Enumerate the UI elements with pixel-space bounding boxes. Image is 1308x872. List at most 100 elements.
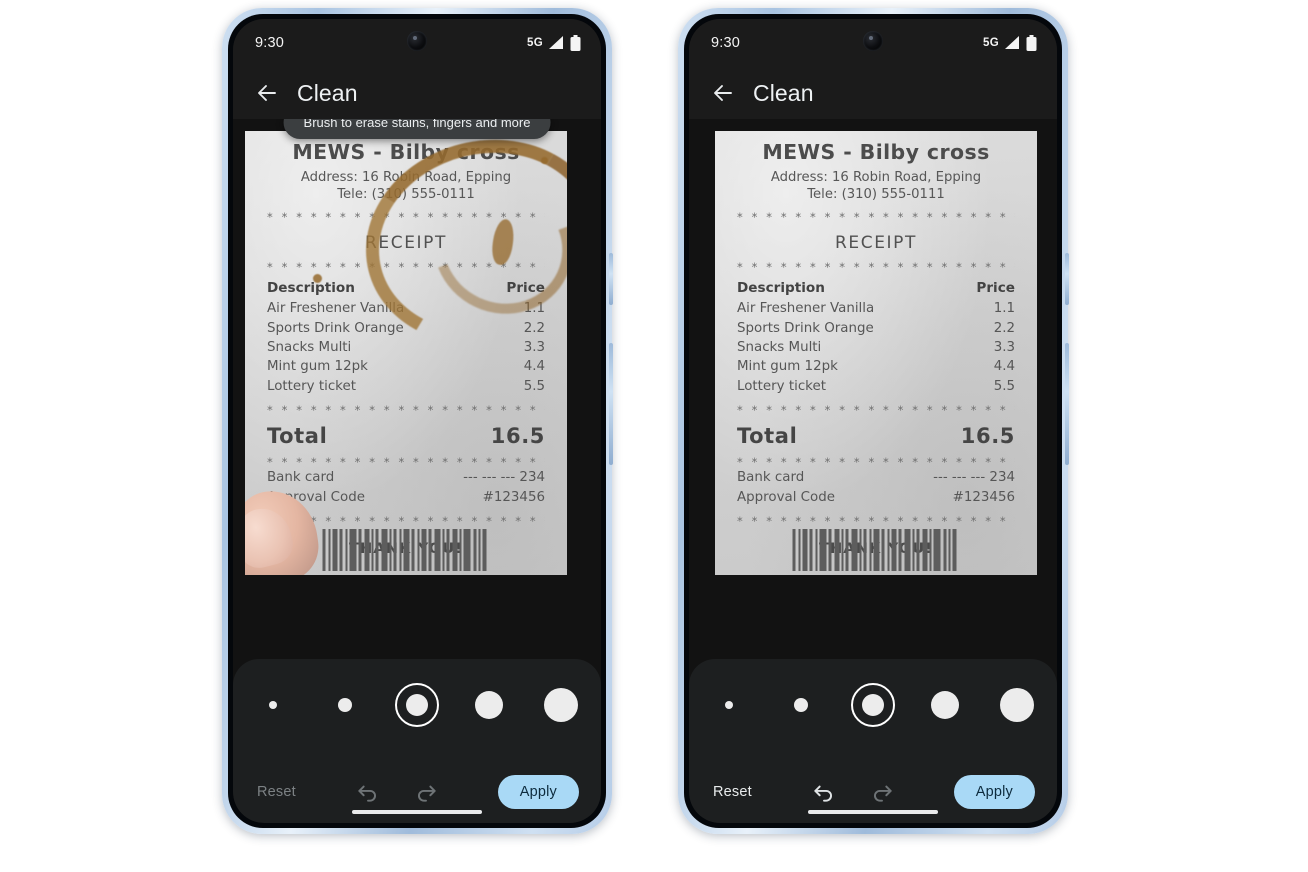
redo-icon[interactable] bbox=[413, 779, 439, 805]
barcode-bar bbox=[389, 529, 392, 571]
item-price: 5.5 bbox=[523, 378, 545, 394]
phone-mockup-before: 9:30 5G Clean Brush to erase stains, fin… bbox=[222, 8, 613, 834]
front-camera-icon bbox=[863, 31, 883, 51]
barcode bbox=[792, 529, 960, 571]
brush-size-option-4[interactable] bbox=[466, 682, 512, 728]
brush-size-selector bbox=[689, 659, 1057, 751]
barcode-bar bbox=[809, 529, 813, 571]
image-canvas-before[interactable]: Brush to erase stains, fingers and more … bbox=[233, 119, 601, 659]
image-canvas-after[interactable]: MEWS - Bilby cross Address: 16 Robin Roa… bbox=[689, 119, 1057, 659]
brush-dot bbox=[475, 691, 503, 719]
barcode-bar bbox=[393, 529, 397, 571]
total-value: 16.5 bbox=[490, 423, 545, 448]
barcode-bar bbox=[322, 529, 326, 571]
item-price: 1.1 bbox=[993, 301, 1015, 317]
brush-size-option-3[interactable] bbox=[850, 682, 896, 728]
payment-value: #123456 bbox=[952, 489, 1015, 505]
volume-button[interactable] bbox=[609, 253, 613, 305]
reset-button[interactable]: Reset bbox=[257, 784, 296, 800]
receipt-item-row: Snacks Multi 3.3 bbox=[267, 338, 545, 357]
receipt-content: MEWS - Bilby cross Address: 16 Robin Roa… bbox=[245, 141, 567, 575]
receipt-shop-name: MEWS - Bilby cross bbox=[292, 140, 520, 164]
item-description: Air Freshener Vanilla bbox=[737, 301, 875, 317]
item-description: Snacks Multi bbox=[737, 339, 822, 355]
volume-button[interactable] bbox=[1065, 253, 1069, 305]
brush-size-selector bbox=[233, 659, 601, 751]
payment-label: Bank card bbox=[737, 470, 805, 486]
brush-size-option-4[interactable] bbox=[922, 682, 968, 728]
payment-value: --- --- --- 234 bbox=[463, 470, 545, 486]
barcode-bar bbox=[912, 529, 915, 571]
barcode-bar bbox=[933, 529, 941, 571]
barcode-bar bbox=[943, 529, 947, 571]
home-indicator[interactable] bbox=[352, 810, 482, 814]
barcode-bar bbox=[922, 529, 928, 571]
barcode-bar bbox=[828, 529, 832, 571]
receipt-divider: * * * * * * * * * * * * * * * * * * * * … bbox=[267, 405, 545, 417]
column-price: Price bbox=[976, 280, 1015, 297]
barcode bbox=[322, 529, 490, 571]
item-description: Mint gum 12pk bbox=[737, 359, 838, 375]
brush-size-option-3[interactable] bbox=[394, 682, 440, 728]
status-bar: 9:30 5G bbox=[233, 19, 601, 67]
barcode-bar bbox=[841, 529, 844, 571]
brush-dot bbox=[725, 701, 733, 709]
item-description: Air Freshener Vanilla bbox=[267, 301, 405, 317]
barcode-bar bbox=[891, 529, 897, 571]
barcode-bar bbox=[345, 529, 348, 571]
undo-icon[interactable] bbox=[355, 779, 381, 805]
back-arrow-icon[interactable] bbox=[711, 81, 735, 105]
home-indicator[interactable] bbox=[808, 810, 938, 814]
comparison-stage: 9:30 5G Clean Brush to erase stains, fin… bbox=[0, 0, 1308, 872]
phone-screen-after: 9:30 5G Clean MEWS - Bilby cross Address… bbox=[689, 19, 1057, 823]
barcode-bar bbox=[952, 529, 957, 571]
barcode-bar bbox=[364, 529, 370, 571]
column-price: Price bbox=[506, 280, 545, 297]
brush-dot bbox=[862, 694, 884, 716]
item-price: 2.2 bbox=[523, 320, 545, 336]
barcode-bar bbox=[411, 529, 415, 571]
power-button[interactable] bbox=[1065, 343, 1069, 465]
receipt-divider: * * * * * * * * * * * * * * * * * * * * … bbox=[737, 405, 1015, 417]
barcode-bar bbox=[349, 529, 357, 571]
phone-mockup-after: 9:30 5G Clean MEWS - Bilby cross Address… bbox=[678, 8, 1069, 834]
barcode-bar bbox=[834, 529, 840, 571]
payment-value: #123456 bbox=[482, 489, 545, 505]
power-button[interactable] bbox=[609, 343, 613, 465]
receipt-address: Address: 16 Robin Road, Epping bbox=[300, 169, 512, 185]
brush-size-option-2[interactable] bbox=[322, 682, 368, 728]
receipt-image-before[interactable]: MEWS - Bilby cross Address: 16 Robin Roa… bbox=[245, 131, 567, 575]
brush-size-option-1[interactable] bbox=[250, 682, 296, 728]
total-value: 16.5 bbox=[960, 423, 1015, 448]
brush-dot bbox=[1000, 688, 1034, 722]
history-controls bbox=[752, 779, 954, 805]
brush-size-option-5[interactable] bbox=[538, 682, 584, 728]
reset-button[interactable]: Reset bbox=[713, 784, 752, 800]
receipt-divider: * * * * * * * * * * * * * * * * * * * * … bbox=[737, 212, 1015, 224]
item-price: 3.3 bbox=[993, 339, 1015, 355]
barcode-bar bbox=[358, 529, 362, 571]
undo-icon[interactable] bbox=[811, 779, 837, 805]
status-clock: 9:30 bbox=[255, 35, 285, 51]
apply-button[interactable]: Apply bbox=[497, 775, 579, 809]
brush-size-option-2[interactable] bbox=[778, 682, 824, 728]
receipt-image-after[interactable]: MEWS - Bilby cross Address: 16 Robin Roa… bbox=[715, 131, 1037, 575]
item-description: Lottery ticket bbox=[267, 378, 356, 394]
barcode-bar bbox=[802, 529, 808, 571]
signal-bars-icon bbox=[1005, 36, 1019, 49]
payment-label: Bank card bbox=[267, 470, 335, 486]
page-title: Clean bbox=[297, 79, 358, 106]
barcode-bar bbox=[869, 529, 872, 571]
brush-tooltip: Brush to erase stains, fingers and more bbox=[283, 119, 551, 139]
receipt-divider: * * * * * * * * * * * * * * * * * * * * … bbox=[737, 456, 1015, 469]
barcode-bar bbox=[482, 529, 487, 571]
brush-size-option-1[interactable] bbox=[706, 682, 752, 728]
barcode-bar bbox=[381, 529, 388, 571]
apply-button[interactable]: Apply bbox=[953, 775, 1035, 809]
back-arrow-icon[interactable] bbox=[255, 81, 279, 105]
barcode-bar bbox=[375, 529, 379, 571]
brush-size-option-5[interactable] bbox=[994, 682, 1040, 728]
app-bar: Clean bbox=[689, 67, 1057, 119]
redo-icon[interactable] bbox=[869, 779, 895, 805]
barcode-bar bbox=[428, 529, 432, 571]
